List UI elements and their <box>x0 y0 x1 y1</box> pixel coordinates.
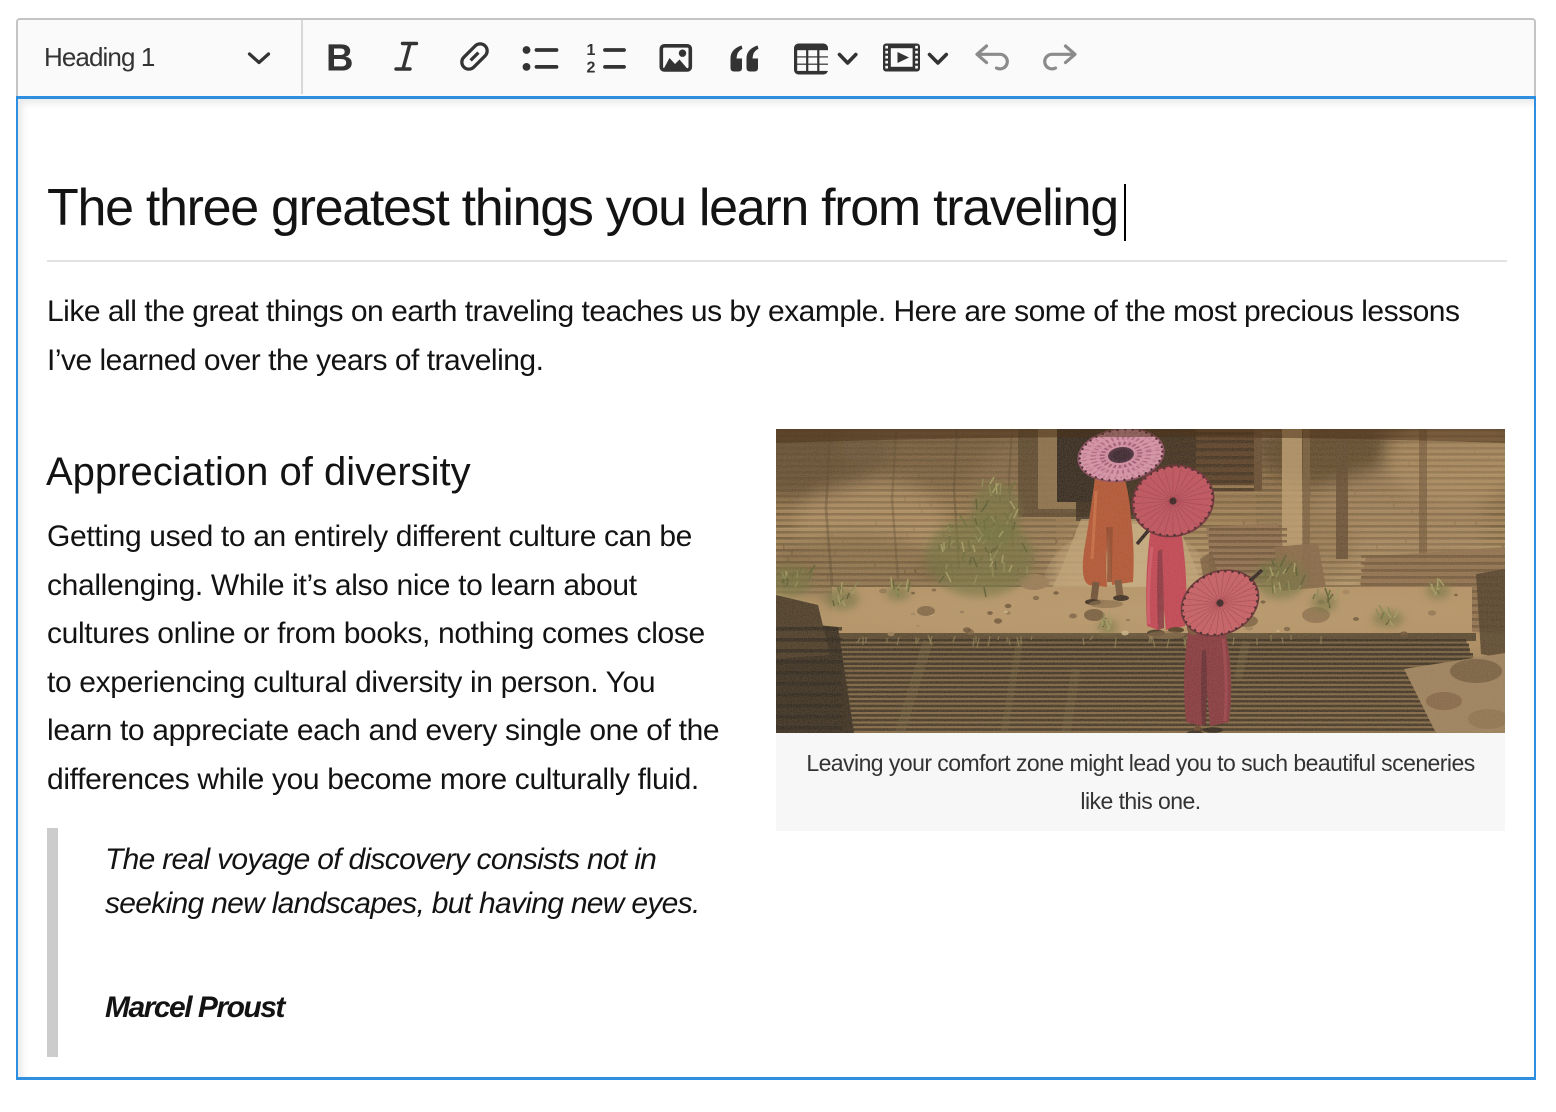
svg-text:1: 1 <box>587 42 596 59</box>
svg-text:B: B <box>326 37 353 79</box>
svg-text:2: 2 <box>587 60 596 77</box>
